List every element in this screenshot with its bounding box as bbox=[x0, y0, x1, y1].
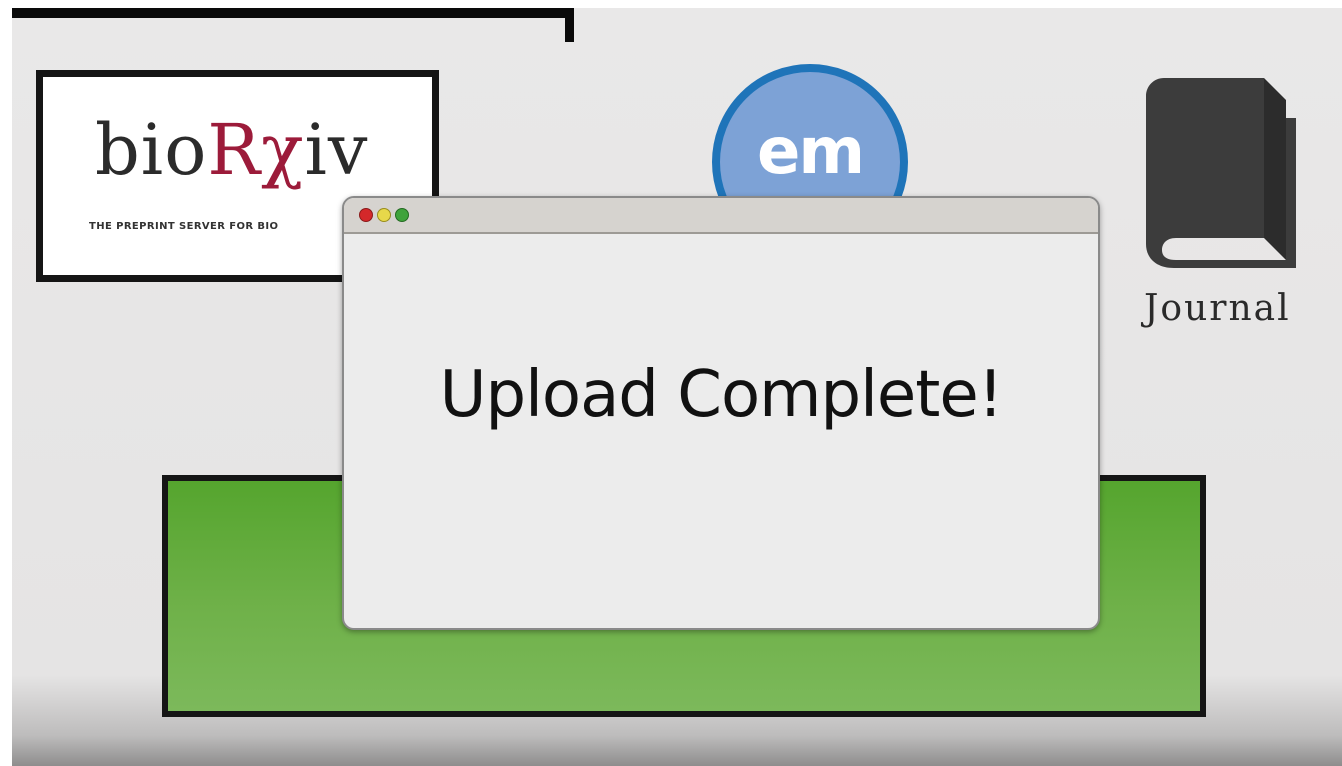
zoom-button-icon[interactable] bbox=[395, 208, 409, 222]
biorxiv-logo-part1: bio bbox=[95, 109, 208, 191]
book-icon bbox=[1146, 78, 1296, 268]
biorxiv-tagline: THE PREPRINT SERVER FOR BIO bbox=[89, 221, 279, 232]
close-button-icon[interactable] bbox=[359, 208, 373, 222]
top-border-tick bbox=[565, 8, 574, 42]
top-border-line bbox=[12, 8, 567, 18]
journal-label: Journal bbox=[1144, 288, 1291, 329]
biorxiv-logo-wordmark: bioRχiv bbox=[95, 115, 368, 185]
window-titlebar[interactable] bbox=[344, 198, 1098, 234]
scene: bioRχiv beta THE PREPRINT SERVER FOR BIO… bbox=[12, 8, 1342, 766]
upload-complete-message: Upload Complete! bbox=[439, 358, 1004, 432]
em-logo-label: em bbox=[756, 115, 865, 189]
biorxiv-logo-part3: iv bbox=[304, 109, 369, 191]
minimize-button-icon[interactable] bbox=[377, 208, 391, 222]
upload-dialog-window: Upload Complete! bbox=[342, 196, 1100, 630]
biorxiv-logo-part2: Rχ bbox=[207, 109, 305, 191]
